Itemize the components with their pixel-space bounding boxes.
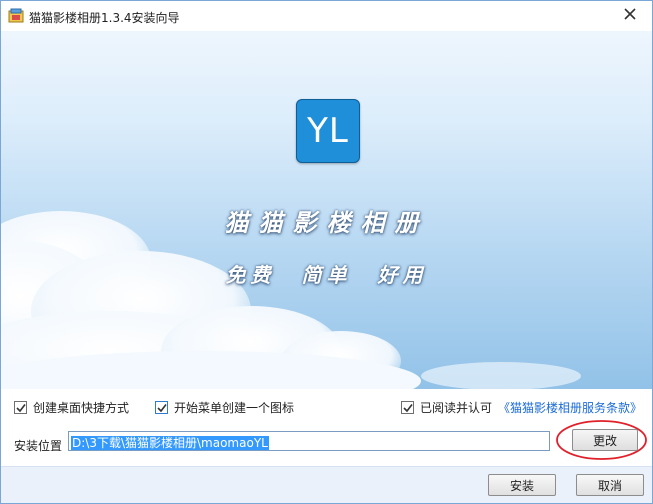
- terms-link[interactable]: 《猫猫影楼相册服务条款》: [498, 399, 642, 416]
- start-menu-label: 开始菜单创建一个图标: [174, 401, 295, 415]
- checkmark-icon: [15, 403, 26, 412]
- app-name-heading: 猫猫影楼相册: [224, 208, 429, 237]
- checkbox-box[interactable]: [155, 401, 168, 414]
- app-icon: [8, 8, 24, 23]
- close-button[interactable]: [612, 1, 648, 27]
- desktop-shortcut-checkbox[interactable]: 创建桌面快捷方式: [14, 399, 129, 416]
- title-bar[interactable]: 猫猫影楼相册1.3.4安装向导: [1, 1, 652, 31]
- banner: YL 猫猫影楼相册 免费 简单 好用: [1, 31, 652, 389]
- install-button[interactable]: 安装: [488, 474, 556, 496]
- install-path-value: D:\3下载\猫猫影楼相册\maomaoYL: [71, 436, 269, 450]
- app-logo: YL: [296, 99, 360, 163]
- start-menu-checkbox[interactable]: 开始菜单创建一个图标: [155, 399, 294, 416]
- checkmark-icon: [402, 403, 413, 412]
- footer-bar: 安装 取消: [1, 466, 652, 503]
- checkbox-box[interactable]: [401, 401, 414, 414]
- slogan-text: 免费 简单 好用: [225, 263, 428, 287]
- window-title: 猫猫影楼相册1.3.4安装向导: [29, 11, 180, 25]
- cancel-button[interactable]: 取消: [576, 474, 644, 496]
- desktop-shortcut-label: 创建桌面快捷方式: [33, 401, 130, 415]
- agree-terms-checkbox[interactable]: 已阅读并认可 《猫猫影楼相册服务条款》: [401, 399, 642, 416]
- checkbox-box[interactable]: [14, 401, 27, 414]
- close-icon: [624, 8, 636, 20]
- agree-terms-label: 已阅读并认可: [420, 401, 493, 415]
- install-options: 创建桌面快捷方式 开始菜单创建一个图标 已阅读并认可 《猫猫影楼相册服务条款》 …: [1, 389, 652, 466]
- install-path-input[interactable]: D:\3下载\猫猫影楼相册\maomaoYL: [68, 431, 550, 451]
- checkmark-icon: [156, 403, 167, 412]
- installer-window: 猫猫影楼相册1.3.4安装向导 YL 猫猫影楼相册 免费 简单 好用 创建桌面快…: [0, 0, 653, 504]
- install-location-label: 安装位置: [14, 439, 63, 453]
- change-location-button[interactable]: 更改: [572, 429, 638, 451]
